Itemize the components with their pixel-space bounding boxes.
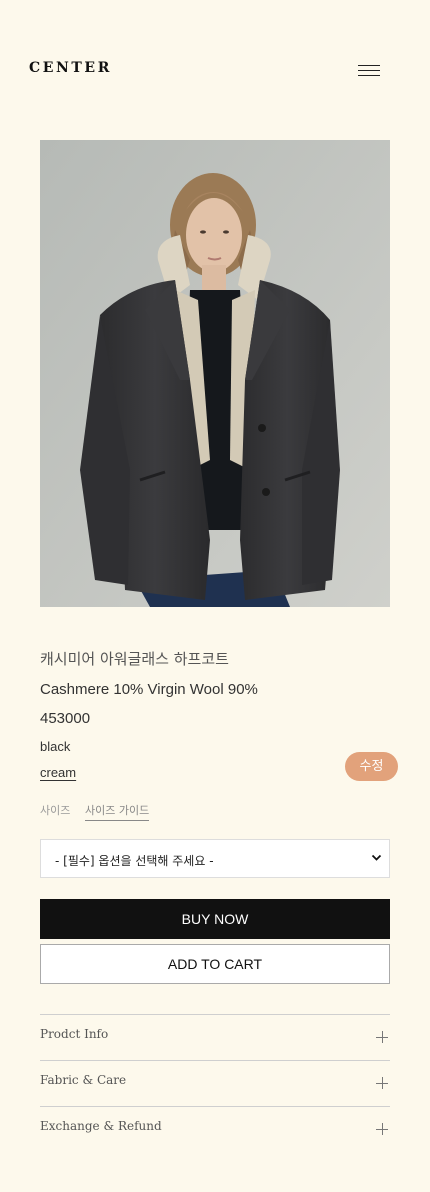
accordion-fabric-care[interactable]: Fabric & Care: [40, 1060, 390, 1106]
color-option-cream[interactable]: cream: [40, 765, 76, 780]
product-price: 453000: [40, 710, 91, 727]
accordion-label: Prodct Info: [40, 1027, 109, 1041]
accordion-label: Fabric & Care: [40, 1073, 127, 1087]
product-name-korean: 캐시미어 아워글래스 하프코트: [40, 650, 229, 668]
product-material: Cashmere 10% Virgin Wool 90%: [40, 681, 258, 698]
size-guide-link[interactable]: 사이즈 가이드: [85, 802, 150, 821]
accordion-label: Exchange & Refund: [40, 1119, 162, 1133]
color-option-black[interactable]: black: [40, 739, 70, 754]
edit-button[interactable]: 수정: [345, 752, 398, 781]
option-select-value: - [필수] 옵션을 선택해 주세요 -: [55, 854, 214, 868]
add-to-cart-button[interactable]: ADD TO CART: [40, 944, 390, 984]
menu-line: [358, 75, 380, 76]
option-select[interactable]: - [필수] 옵션을 선택해 주세요 -: [40, 839, 390, 878]
site-header: CENTER: [0, 0, 430, 140]
plus-icon: [376, 1077, 388, 1089]
plus-icon: [376, 1123, 388, 1135]
product-image[interactable]: [40, 140, 390, 607]
chevron-down-icon: [371, 854, 382, 861]
brand-logo[interactable]: CENTER: [29, 60, 112, 76]
hamburger-menu-icon[interactable]: [358, 64, 380, 78]
buy-now-button[interactable]: BUY NOW: [40, 899, 390, 939]
plus-icon: [376, 1031, 388, 1043]
size-label: 사이즈: [40, 804, 71, 817]
menu-line: [358, 65, 380, 66]
accordion-product-info[interactable]: Prodct Info: [40, 1014, 390, 1060]
menu-line: [358, 70, 380, 71]
accordion-exchange-refund[interactable]: Exchange & Refund: [40, 1106, 390, 1152]
